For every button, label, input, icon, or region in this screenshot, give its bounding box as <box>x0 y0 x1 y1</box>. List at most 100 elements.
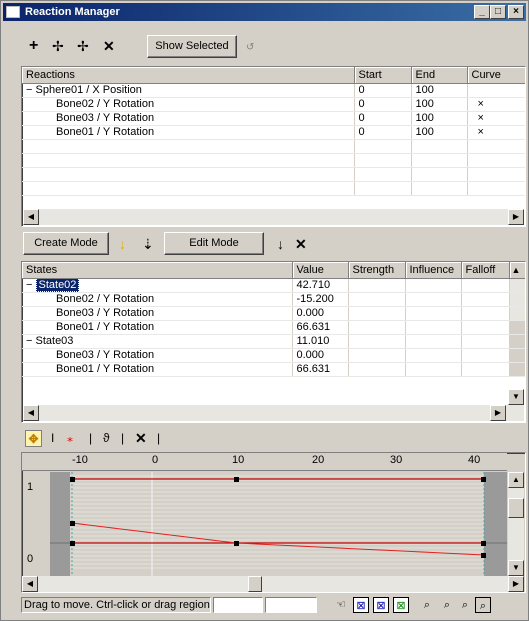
curve-icon[interactable]: × <box>467 111 525 126</box>
delete-icon[interactable]: ✕ <box>103 38 115 54</box>
scale-keys-icon[interactable]: I <box>51 430 54 446</box>
curve-hscrollbar[interactable]: ◀ ▶ <box>22 576 524 592</box>
table-row[interactable]: Bone02 / Y Rotation 0 100 × <box>22 97 525 112</box>
refresh-icon[interactable]: ↺ <box>246 40 254 56</box>
table-row[interactable]: − State03 11.010 <box>22 334 525 349</box>
value-field[interactable] <box>265 597 317 613</box>
scroll-down-icon[interactable]: ▼ <box>508 560 524 576</box>
table-row[interactable]: Bone01 / Y Rotation 66.631 <box>22 362 525 377</box>
minimize-button[interactable]: _ <box>474 5 490 19</box>
state-name[interactable]: State03 <box>36 335 74 347</box>
delete-state-icon[interactable]: ✕ <box>295 236 307 252</box>
state-value[interactable]: 66.631 <box>292 320 349 335</box>
end-column-header[interactable]: End <box>411 67 468 84</box>
collapse-toggle[interactable]: − <box>26 335 32 347</box>
zoom-region-icon[interactable]: ⌕ <box>475 597 491 613</box>
scroll-up-icon[interactable]: ▲ <box>509 262 525 279</box>
scroll-right-icon[interactable]: ▶ <box>490 405 506 421</box>
table-row[interactable]: Bone03 / Y Rotation 0 100 × <box>22 111 525 126</box>
scroll-right-icon[interactable]: ▶ <box>508 209 524 225</box>
delete-key-icon[interactable]: ✕ <box>135 430 147 446</box>
curve-toolbar: ✥ I ⁎ | ϑ | ✕ | <box>21 428 526 448</box>
time-ruler[interactable]: -10 0 10 20 30 40 <box>22 453 507 471</box>
states-column-header[interactable]: States <box>22 262 293 279</box>
add-selected-icon[interactable]: ✢ <box>77 38 89 54</box>
scroll-thumb[interactable] <box>248 576 262 592</box>
scroll-up-icon[interactable]: ▲ <box>508 472 524 488</box>
ruler-tick-label: 30 <box>390 454 403 466</box>
curve-graph[interactable] <box>50 472 507 576</box>
collapse-toggle[interactable]: − <box>26 84 32 96</box>
table-row[interactable]: Bone01 / Y Rotation 66.631 <box>22 320 525 335</box>
curve-column-header[interactable]: Curve <box>467 67 525 84</box>
scroll-left-icon[interactable]: ◀ <box>23 405 39 421</box>
curve-editor[interactable]: -10 0 10 20 30 40 1 0 ▲ ▼ ◀ ▶ <box>21 452 526 593</box>
zoom-horizontal-icon[interactable]: ⌕ <box>419 597 435 613</box>
create-state-arrow-icon[interactable]: ↓ <box>119 236 126 252</box>
scroll-right-icon[interactable]: ▶ <box>508 576 524 592</box>
state-value[interactable]: 42.710 <box>292 278 349 293</box>
curve-vscrollbar[interactable]: ▲ ▼ <box>508 472 524 576</box>
edit-mode-button[interactable]: Edit Mode <box>164 232 264 255</box>
reactions-column-header[interactable]: Reactions <box>22 67 355 84</box>
reaction-end: 100 <box>411 97 468 112</box>
state-value[interactable]: 0.000 <box>292 348 349 363</box>
add-state-icon[interactable]: ✢ <box>52 38 64 54</box>
set-state-arrow-icon[interactable]: ↓ <box>277 236 284 252</box>
y-axis-label: 0 <box>27 553 34 565</box>
scroll-left-icon[interactable]: ◀ <box>22 576 38 592</box>
state-value[interactable]: 0.000 <box>292 306 349 321</box>
table-row[interactable]: Bone01 / Y Rotation 0 100 × <box>22 125 525 140</box>
zoom-icon[interactable]: ⌕ <box>457 597 473 613</box>
create-mode-button[interactable]: Create Mode <box>23 232 109 255</box>
time-field[interactable] <box>213 597 263 613</box>
curve-icon[interactable]: × <box>467 97 525 112</box>
zoom-vertical-icon[interactable]: ⌕ <box>439 597 455 613</box>
state-value[interactable]: 66.631 <box>292 362 349 377</box>
states-hscrollbar[interactable]: ◀ ▶ ▼ <box>23 389 524 421</box>
frame-horizontal-icon[interactable]: ⊠ <box>353 597 369 613</box>
reactions-hscrollbar[interactable]: ◀ ▶ <box>23 209 524 225</box>
y-axis-label: 1 <box>27 481 34 493</box>
table-row[interactable]: − State02 42.710 <box>22 278 525 293</box>
reaction-end: 100 <box>411 83 468 98</box>
reaction-start: 0 <box>354 83 412 98</box>
frame-value-icon[interactable]: ⊠ <box>373 597 389 613</box>
add-key-icon[interactable]: ⁎ <box>67 430 73 446</box>
table-row[interactable]: Bone03 / Y Rotation 0.000 <box>22 306 525 321</box>
strength-column-header[interactable]: Strength <box>348 262 406 279</box>
state-value[interactable]: 11.010 <box>292 334 349 349</box>
close-button[interactable]: × <box>508 5 524 19</box>
pan-icon[interactable]: ☜ <box>333 597 349 613</box>
maximize-button[interactable]: □ <box>490 5 506 19</box>
table-row[interactable]: − Sphere01 / X Position 0 100 <box>22 83 525 98</box>
value-column-header[interactable]: Value <box>292 262 349 279</box>
influence-column-header[interactable]: Influence <box>405 262 462 279</box>
reaction-start: 0 <box>354 97 412 112</box>
scroll-down-icon[interactable]: ▼ <box>508 389 524 405</box>
separator: | <box>121 431 125 445</box>
frame-all-icon[interactable]: ⊠ <box>393 597 409 613</box>
curve-icon[interactable]: × <box>467 125 525 140</box>
separator: | <box>89 431 93 445</box>
reaction-name: Bone03 / Y Rotation <box>22 111 355 126</box>
falloff-column-header[interactable]: Falloff <box>461 262 510 279</box>
reaction-start: 0 <box>354 125 412 140</box>
show-selected-button[interactable]: Show Selected <box>147 35 237 58</box>
reaction-name: Sphere01 / X Position <box>35 83 142 96</box>
state-name-selected[interactable]: State02 <box>35 278 80 291</box>
scroll-thumb[interactable] <box>508 498 524 518</box>
table-row[interactable]: Bone03 / Y Rotation 0.000 <box>22 348 525 363</box>
table-row[interactable]: Bone02 / Y Rotation -15.200 <box>22 292 525 307</box>
snap-icon[interactable]: ϑ <box>103 430 110 446</box>
start-column-header[interactable]: Start <box>354 67 412 84</box>
state-value[interactable]: -15.200 <box>292 292 349 307</box>
append-state-arrow-icon[interactable]: ⇣ <box>142 236 154 252</box>
title-bar: Reaction Manager _ □ × <box>3 3 526 21</box>
add-reaction-icon[interactable]: + <box>29 38 38 54</box>
reaction-end: 100 <box>411 111 468 126</box>
move-keys-icon[interactable]: ✥ <box>25 430 42 447</box>
reaction-end: 100 <box>411 125 468 140</box>
collapse-toggle[interactable]: − <box>26 279 32 291</box>
scroll-left-icon[interactable]: ◀ <box>23 209 39 225</box>
